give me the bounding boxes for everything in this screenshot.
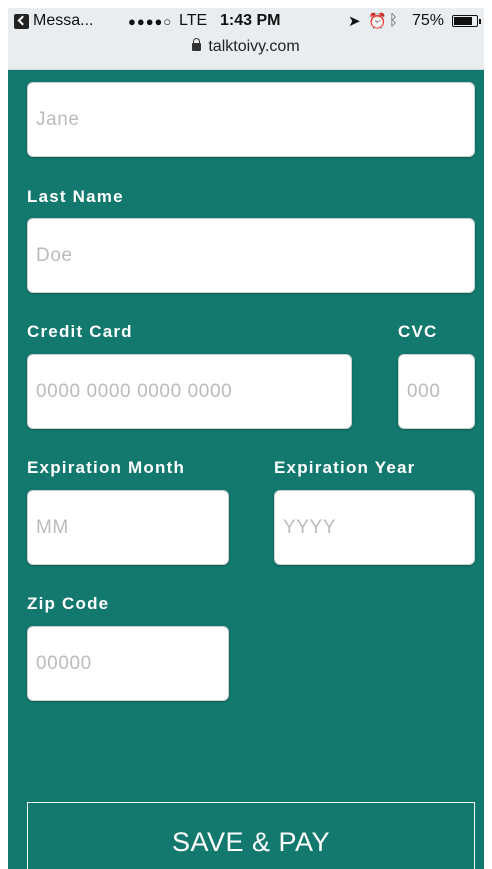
last-name-label: Last Name bbox=[27, 187, 124, 206]
expiration-year-input[interactable] bbox=[274, 490, 475, 565]
url-text: talktoivy.com bbox=[208, 38, 300, 55]
lock-icon bbox=[192, 38, 202, 51]
alarm-icon: ⏰ bbox=[368, 13, 387, 30]
back-arrow-icon bbox=[14, 13, 29, 29]
zip-code-label: Zip Code bbox=[27, 594, 110, 613]
cvc-input[interactable] bbox=[398, 354, 475, 429]
bluetooth-icon: ᛒ bbox=[389, 12, 399, 29]
last-name-input[interactable] bbox=[27, 218, 475, 293]
credit-card-label: Credit Card bbox=[27, 322, 133, 341]
payment-form: Last Name Credit Card CVC Expiration Mon… bbox=[8, 70, 484, 869]
credit-card-input[interactable] bbox=[27, 354, 352, 429]
network-type: LTE bbox=[179, 12, 208, 29]
back-to-app[interactable]: Messa... bbox=[14, 12, 93, 30]
address-bar[interactable]: talktoivy.com bbox=[8, 38, 484, 60]
battery-icon bbox=[452, 15, 478, 27]
zip-code-input[interactable] bbox=[27, 626, 229, 701]
save-and-pay-button[interactable]: SAVE & PAY bbox=[27, 802, 475, 869]
first-name-input[interactable] bbox=[27, 82, 475, 157]
location-arrow-icon: ➤ bbox=[348, 13, 361, 30]
status-bar: Messa... ●●●●○ LTE 1:43 PM ➤ ⏰ ᛒ 75% tal… bbox=[8, 8, 484, 70]
expiration-year-label: Expiration Year bbox=[274, 458, 416, 477]
expiration-month-input[interactable] bbox=[27, 490, 229, 565]
signal-strength: ●●●●○ bbox=[128, 14, 173, 29]
expiration-month-label: Expiration Month bbox=[27, 458, 186, 477]
battery-percent: 75% bbox=[412, 12, 445, 29]
cvc-label: CVC bbox=[398, 322, 438, 341]
screen: Messa... ●●●●○ LTE 1:43 PM ➤ ⏰ ᛒ 75% tal… bbox=[8, 8, 484, 869]
status-row: Messa... ●●●●○ LTE 1:43 PM ➤ ⏰ ᛒ 75% bbox=[8, 10, 484, 34]
back-app-label: Messa... bbox=[33, 12, 94, 29]
clock-time: 1:43 PM bbox=[220, 12, 281, 29]
battery-level-fill bbox=[454, 17, 472, 25]
battery-tip bbox=[479, 19, 481, 24]
